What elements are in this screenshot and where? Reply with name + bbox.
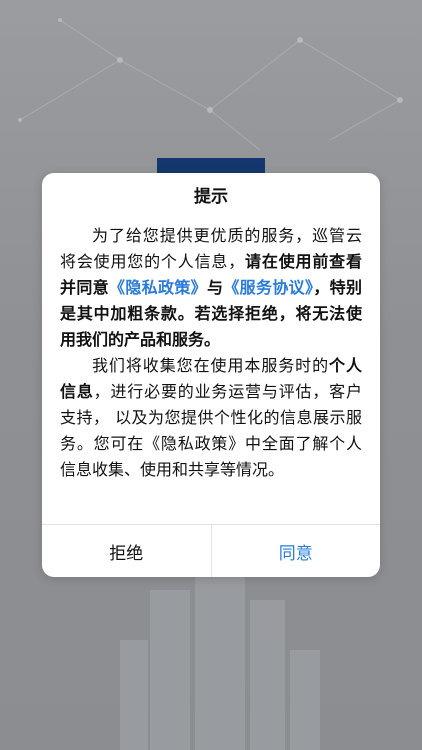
dialog-body: 为了给您提供更优质的服务，巡管云将会使用您的个人信息，请在使用前查看并同意《隐私… bbox=[42, 223, 380, 523]
reject-button[interactable]: 拒绝 bbox=[42, 525, 212, 577]
dialog-title: 提示 bbox=[194, 187, 228, 207]
dialog-footer: 拒绝 同意 bbox=[42, 524, 380, 577]
text-collect: 我们将收集您在使用本服务时的 bbox=[92, 356, 330, 375]
service-agreement-link[interactable]: 《服务协议》 bbox=[223, 278, 313, 297]
paragraph-consent: 为了给您提供更优质的服务，巡管云将会使用您的个人信息，请在使用前查看并同意《隐私… bbox=[60, 223, 362, 353]
privacy-policy-link[interactable]: 《隐私政策》 bbox=[109, 278, 207, 297]
text-usage: ，进行必要的业务运营与评估，客户支持， 以及为您提供个性化的信息展示服务。您可在… bbox=[60, 382, 362, 479]
privacy-dialog: 提示 为了给您提供更优质的服务，巡管云将会使用您的个人信息，请在使用前查看并同意… bbox=[42, 173, 380, 577]
text-and: 与 bbox=[206, 278, 224, 297]
agree-button[interactable]: 同意 bbox=[212, 525, 381, 577]
paragraph-collection: 我们将收集您在使用本服务时的个人信息，进行必要的业务运营与评估，客户支持， 以及… bbox=[60, 353, 362, 483]
